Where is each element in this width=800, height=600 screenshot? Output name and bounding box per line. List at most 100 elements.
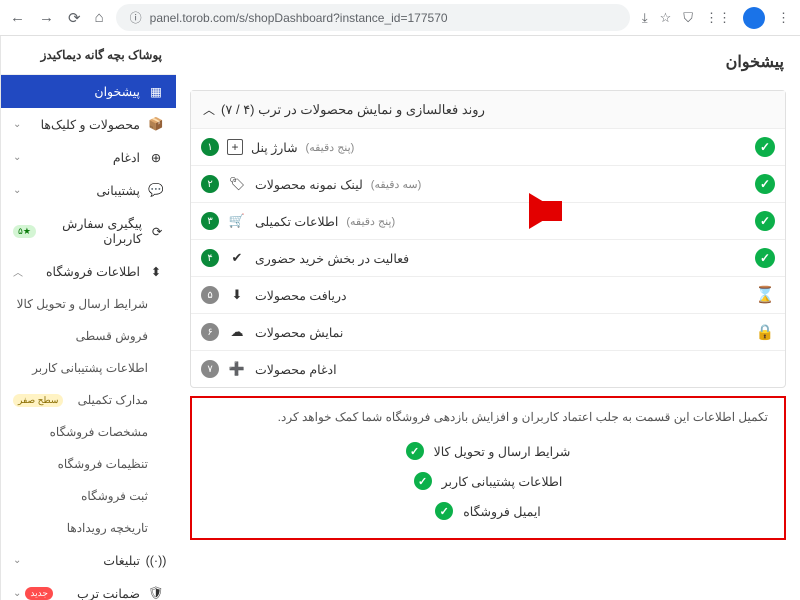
broadcast-icon: ((·)) [148,554,164,568]
chevron-down-icon: ⌄ [13,152,21,163]
box-icon: 📦 [148,117,164,132]
step-row[interactable]: ادغام محصولات ➕ ۷ [191,351,785,387]
sidebar-item-label: پشتیبانی [96,183,140,198]
sidebar-item-support[interactable]: 💬پشتیبانی ⌄ [1,174,176,207]
sidebar-item-installment[interactable]: فروش قسطی [1,320,176,352]
step-time: (پنج دقیقه) [346,215,395,228]
sidebar-item-label: ضمانت ترب [77,586,140,600]
level-badge: سطح صفر [13,394,63,407]
sidebar-item-label: تنظیمات فروشگاه [58,457,148,471]
extensions-icon[interactable]: ⋮⋮ [705,10,731,26]
step-label: فعالیت در بخش خرید حضوری [255,251,409,266]
sidebar-item-shop-details[interactable]: مشخصات فروشگاه [1,416,176,448]
check-mark-icon: ✔ [227,248,247,268]
browser-toolbar: ← → ⟳ ⌂ ⓘ panel.torob.com/s/shopDashboar… [0,0,800,36]
star-badge: ★۵ [13,225,36,238]
step-row[interactable]: ✓ فعالیت در بخش خرید حضوری ✔ ۴ [191,240,785,277]
cart-icon: 🛒 [227,211,247,231]
chevron-down-icon: ⌄ [13,588,21,599]
url-bar[interactable]: ⓘ panel.torob.com/s/shopDashboard?instan… [116,4,630,31]
merge-icon: ⊕ [148,150,164,165]
hourglass-icon: ⌛ [755,285,775,305]
sidebar-item-label: فروش قسطی [76,329,148,343]
page-title: پیشخوان [190,46,786,86]
forward-icon[interactable]: → [39,9,54,27]
step-number: ۶ [201,323,219,341]
step-row[interactable]: 🔒 نمایش محصولات ☁ ۶ [191,314,785,351]
star-icon[interactable]: ☆ [660,10,672,26]
info-box: تکمیل اطلاعات این قسمت به جلب اعتماد کار… [190,396,786,540]
step-row[interactable]: ✓ (سه دقیقه) لینک نمونه محصولات 🏷 ۲ [191,166,785,203]
dashboard-icon: ▦ [148,84,164,99]
sidebar-item-label: پیشخوان [94,84,140,99]
step-label: دریافت محصولات [255,288,347,303]
shop-name: پوشاک بچه گانه دیماکیدز [1,36,176,75]
sidebar-item-label: اطلاعات پشتیبانی کاربر [32,361,148,375]
sidebar-item-dashboard[interactable]: ▦ پیشخوان [1,75,176,108]
step-label: شارژ پنل [251,140,298,155]
sidebar-item-label: ثبت فروشگاه [81,489,148,503]
sidebar-item-shop-settings[interactable]: تنظیمات فروشگاه [1,448,176,480]
back-icon[interactable]: ← [10,9,25,27]
reload-icon[interactable]: ⟳ [68,9,81,27]
sidebar-item-support-info[interactable]: اطلاعات پشتیبانی کاربر [1,352,176,384]
step-number: ۲ [201,175,219,193]
sidebar-item-products[interactable]: 📦 محصولات و کلیک‌ها ⌄ [1,108,176,141]
chevron-down-icon: ⌄ [13,555,21,566]
sidebar-item-register[interactable]: ثبت فروشگاه [1,480,176,512]
sidebar-item-label: ادغام [113,150,140,165]
step-number: ۴ [201,249,219,267]
home-icon[interactable]: ⌂ [95,9,104,27]
sidebar-item-label: اطلاعات فروشگاه [46,264,140,279]
sidebar-item-label: پیگیری سفارش کاربران [36,216,142,246]
check-icon: ✓ [755,174,775,194]
plus-icon: + [227,139,243,155]
sidebar-item-label: تاریخچه رویدادها [67,521,148,535]
check-icon: ✓ [414,472,432,490]
info-item-label: شرایط ارسال و تحویل کالا [434,444,571,459]
step-label: لینک نمونه محصولات [255,177,363,192]
menu-icon[interactable]: ⋮ [777,10,790,26]
step-number: ۳ [201,212,219,230]
step-number: ۷ [201,360,219,378]
accordion-title: روند فعالسازی و نمایش محصولات در ترب (۴ … [221,102,485,118]
shield-icon[interactable]: ⛉ [683,10,693,26]
sidebar-item-merge[interactable]: ⊕ ادغام ⌄ [1,141,176,174]
shield-icon: 🛡 [148,586,164,600]
step-row[interactable]: ✓ (پنج دقیقه) اطلاعات تکمیلی 🛒 ۳ [191,203,785,240]
sidebar: پوشاک بچه گانه دیماکیدز ▦ پیشخوان 📦 محصولا… [0,36,176,600]
avatar[interactable] [743,7,765,29]
plus-icon: ➕ [227,359,247,379]
install-icon[interactable]: ⤓ [642,10,648,26]
chevron-down-icon: ⌄ [13,119,21,130]
chevron-up-icon: ︿ [203,101,215,118]
sidebar-item-guarantee[interactable]: 🛡ضمانت ترب جدید ⌄ [1,577,176,600]
step-label: نمایش محصولات [255,325,343,340]
info-item-label: اطلاعات پشتیبانی کاربر [442,474,563,489]
info-text: تکمیل اطلاعات این قسمت به جلب اعتماد کار… [208,410,768,424]
check-icon: ✓ [406,442,424,460]
url-text: panel.torob.com/s/shopDashboard?instance… [150,11,448,25]
step-number: ۱ [201,138,219,156]
chevron-down-icon: ⌄ [13,185,21,196]
sidebar-item-history[interactable]: تاریخچه رویدادها [1,512,176,544]
check-icon: ✓ [435,502,453,520]
sidebar-item-label: تبلیغات [103,553,140,568]
sidebar-item-ads[interactable]: ((·)) تبلیغات ⌄ [1,544,176,577]
info-icon: ⬍ [148,264,164,279]
step-number: ۵ [201,286,219,304]
step-time: (سه دقیقه) [371,178,421,191]
download-icon: ⬇ [227,285,247,305]
tag-icon: 🏷 [227,174,247,194]
sidebar-item-shop-info[interactable]: ⬍اطلاعات فروشگاه ︿ [1,255,176,288]
step-row[interactable]: ✓ (پنج دقیقه) شارژ پنل + ۱ [191,129,785,166]
step-row[interactable]: ⌛ دریافت محصولات ⬇ ۵ [191,277,785,314]
sidebar-item-documents[interactable]: مدارک تکمیلی سطح صفر [1,384,176,416]
info-item-label: ایمیل فروشگاه [463,504,541,519]
info-item: اطلاعات پشتیبانی کاربر ✓ [208,466,768,496]
site-info-icon[interactable]: ⓘ [130,9,142,26]
sidebar-item-shipping[interactable]: شرایط ارسال و تحویل کالا [1,288,176,320]
sidebar-item-label: محصولات و کلیک‌ها [41,117,140,132]
accordion-header[interactable]: روند فعالسازی و نمایش محصولات در ترب (۴ … [191,91,785,129]
sidebar-item-orders[interactable]: ⟳پیگیری سفارش کاربران ★۵ [1,207,176,255]
